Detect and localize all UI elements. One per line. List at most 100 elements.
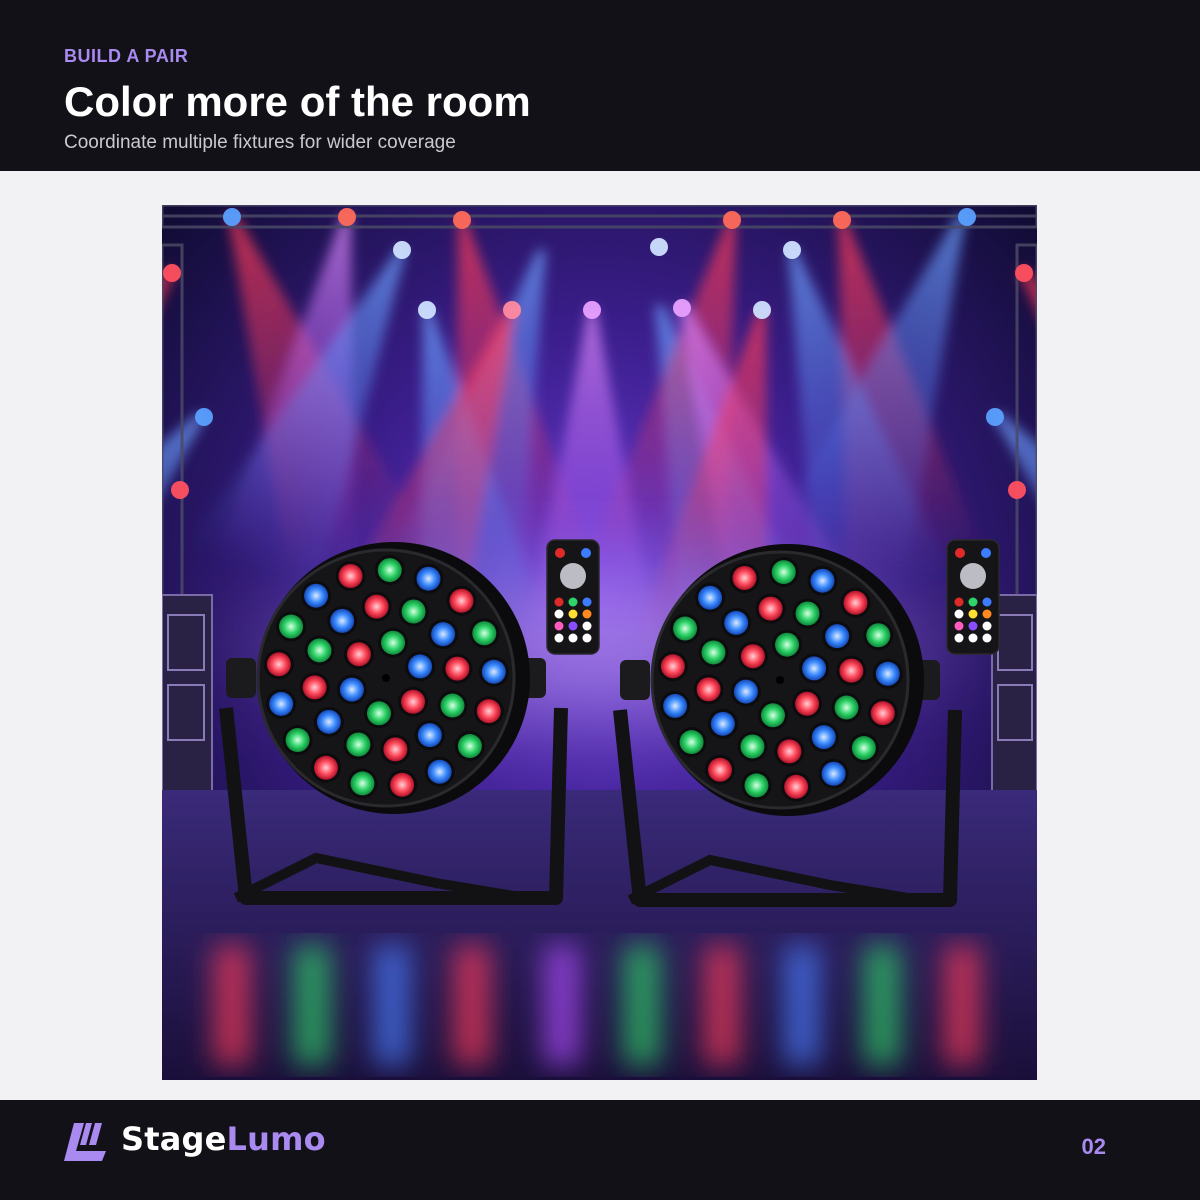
truss-light — [171, 481, 189, 499]
remote-power-button — [955, 548, 965, 558]
truss-light — [418, 301, 436, 319]
led — [377, 558, 402, 583]
floor-reflection — [704, 945, 740, 1065]
led — [663, 693, 688, 718]
led — [481, 659, 506, 684]
led — [401, 599, 426, 624]
truss-light — [650, 238, 668, 256]
remote-left — [546, 539, 600, 655]
led — [307, 638, 332, 663]
led — [851, 736, 876, 761]
led — [269, 691, 294, 716]
remote-color-button — [954, 621, 964, 631]
remote-color-button — [982, 633, 992, 643]
led — [381, 630, 406, 655]
truss-light — [393, 241, 411, 259]
led — [870, 701, 895, 726]
stagelumo-logo-icon — [64, 1123, 106, 1161]
page-title: Color more of the room — [64, 78, 531, 125]
led — [724, 610, 749, 635]
led — [383, 737, 408, 762]
led — [339, 677, 364, 702]
truss-light — [723, 211, 741, 229]
tilt-knob — [620, 660, 650, 700]
led — [417, 723, 442, 748]
truss-light — [958, 208, 976, 226]
remote-color-button — [554, 597, 564, 607]
floor-reflection — [544, 945, 580, 1065]
led — [316, 709, 341, 734]
remote-color-button — [954, 633, 964, 643]
led — [427, 759, 452, 784]
led — [698, 585, 723, 610]
truss-light — [453, 211, 471, 229]
led — [696, 677, 721, 702]
led — [866, 623, 891, 648]
led — [777, 739, 802, 764]
led — [810, 568, 835, 593]
remote-color-button — [954, 609, 964, 619]
remote-color-button — [582, 597, 592, 607]
truss-light — [223, 208, 241, 226]
remote-color-button — [968, 609, 978, 619]
led — [825, 624, 850, 649]
led — [304, 583, 329, 608]
footer-bar: StageLumo 02 — [0, 1100, 1200, 1200]
center-hole — [382, 674, 390, 682]
remote-color-button — [554, 621, 564, 631]
stage-floor — [162, 790, 1037, 1080]
led — [445, 656, 470, 681]
led — [843, 590, 868, 615]
led — [758, 596, 783, 621]
remote-color-button — [968, 621, 978, 631]
remote-color-button — [568, 621, 578, 631]
led — [457, 734, 482, 759]
floor-reflection — [624, 945, 660, 1065]
center-hole — [776, 676, 784, 684]
remote-color-button — [568, 633, 578, 643]
remote-color-button — [554, 609, 564, 619]
led — [839, 658, 864, 683]
truss-light — [338, 208, 356, 226]
led — [660, 654, 685, 679]
truss-light — [986, 408, 1004, 426]
truss-light — [503, 301, 521, 319]
floor-reflection — [374, 945, 410, 1065]
led — [744, 773, 769, 798]
led — [313, 755, 338, 780]
page-subtitle: Coordinate multiple fixtures for wider c… — [64, 132, 456, 153]
led — [330, 608, 355, 633]
truss-light — [195, 408, 213, 426]
led — [431, 622, 456, 647]
product-photo — [162, 205, 1037, 1080]
truss-light — [1008, 481, 1026, 499]
remote-mode-button — [581, 548, 591, 558]
remote-color-button — [568, 609, 578, 619]
section-eyebrow: BUILD A PAIR — [64, 46, 189, 66]
led — [401, 689, 426, 714]
remote-color-button — [968, 633, 978, 643]
truss-light — [783, 241, 801, 259]
remote-color-button — [982, 597, 992, 607]
led — [408, 654, 433, 679]
led — [472, 621, 497, 646]
truss-light — [1015, 264, 1033, 282]
led — [821, 761, 846, 786]
floor-reflection — [294, 945, 330, 1065]
led — [740, 734, 765, 759]
remote-dpad — [960, 563, 986, 589]
led — [771, 560, 796, 585]
led — [338, 563, 363, 588]
floor-reflection — [944, 945, 980, 1065]
remote-color-button — [554, 633, 564, 643]
page-number: 02 — [1081, 1134, 1106, 1159]
led — [266, 652, 291, 677]
led — [834, 695, 859, 720]
remote-color-button — [968, 597, 978, 607]
remote-color-button — [582, 633, 592, 643]
remote-color-button — [982, 621, 992, 631]
truss-light — [583, 301, 601, 319]
led — [775, 632, 800, 657]
remote-color-button — [568, 597, 578, 607]
led — [679, 730, 704, 755]
